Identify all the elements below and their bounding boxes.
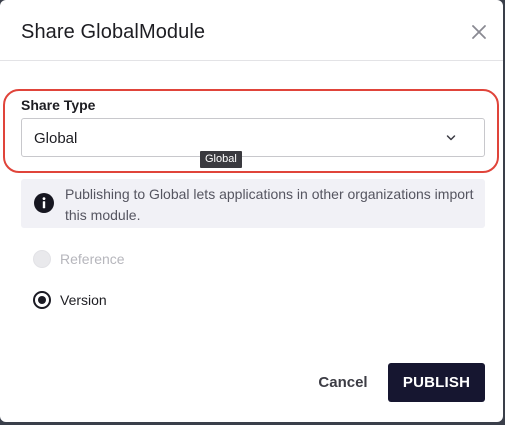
publish-button[interactable]: PUBLISH <box>388 363 485 402</box>
info-text: Publishing to Global lets applications i… <box>65 186 474 223</box>
chevron-down-icon <box>446 135 456 141</box>
share-type-selected-value: Global <box>34 130 78 147</box>
reference-label: Reference <box>60 251 125 267</box>
info-icon <box>34 193 54 213</box>
share-type-select[interactable]: Global <box>21 118 485 157</box>
cancel-button[interactable]: Cancel <box>306 363 380 402</box>
dialog-header: Share GlobalModule <box>0 0 503 61</box>
share-type-label: Share Type <box>21 97 96 113</box>
share-dialog: Share GlobalModule Share Type Global Glo… <box>0 0 503 422</box>
close-icon <box>472 25 486 39</box>
close-button[interactable] <box>469 22 489 42</box>
share-type-tooltip: Global <box>200 151 242 168</box>
version-label: Version <box>60 292 107 308</box>
dialog-title: Share GlobalModule <box>21 21 206 43</box>
version-radio[interactable] <box>33 291 51 309</box>
reference-radio <box>33 250 51 268</box>
info-banner: Publishing to Global lets applications i… <box>21 179 485 228</box>
